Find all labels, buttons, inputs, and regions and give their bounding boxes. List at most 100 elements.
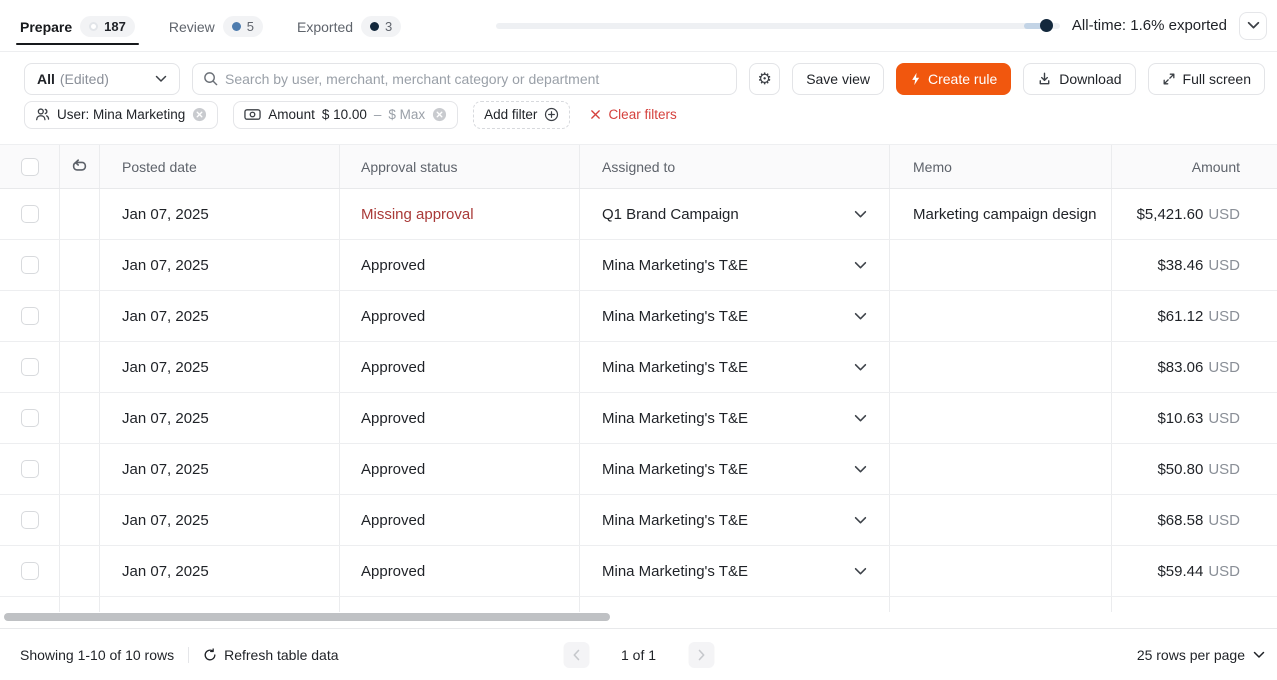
assigned-to-select[interactable]: Mina Marketing's T&E: [580, 291, 890, 341]
table-row[interactable]: Jan 07, 2025 Approved Mina Marketing's T…: [0, 495, 1277, 546]
assigned-to-header[interactable]: Assigned to: [580, 145, 890, 188]
amount-currency: USD: [1208, 257, 1240, 274]
assigned-to-value: Mina Marketing's T&E: [602, 563, 748, 580]
horizontal-scrollbar-thumb[interactable]: [4, 613, 610, 621]
memo-header[interactable]: Memo: [890, 145, 1112, 188]
posted-date: Jan 07, 2025: [122, 563, 209, 580]
row-checkbox[interactable]: [21, 358, 39, 376]
select-all-checkbox[interactable]: [21, 158, 39, 176]
users-icon: [35, 107, 50, 122]
tab-prepare-label: Prepare: [20, 19, 72, 35]
approval-status-cell: Approved: [340, 342, 580, 392]
memo-cell[interactable]: [890, 240, 1112, 290]
user-filter-chip[interactable]: User: Mina Marketing: [24, 101, 218, 129]
export-progress-bar: [496, 23, 1060, 29]
posted-date-cell: Jan 07, 2025: [100, 342, 340, 392]
close-circle-icon[interactable]: [432, 107, 447, 122]
assigned-to-value: Mina Marketing's T&E: [602, 359, 748, 376]
amount-value: $10.63: [1157, 410, 1203, 427]
table-footer: Showing 1-10 of 10 rows Refresh table da…: [0, 628, 1277, 680]
assigned-to-select[interactable]: Mina Marketing's T&E: [580, 342, 890, 392]
table-row[interactable]: Jan 07, 2025 Approved Mina Marketing's T…: [0, 393, 1277, 444]
amount-cell: $5,421.60 USD: [1112, 189, 1277, 239]
download-button[interactable]: Download: [1023, 63, 1135, 95]
table-row[interactable]: Jan 07, 2025 Approved Mina Marketing's T…: [0, 546, 1277, 597]
assigned-to-select[interactable]: Mina Marketing's T&E: [580, 444, 890, 494]
memo-cell[interactable]: [890, 495, 1112, 545]
table-settings-button[interactable]: ⚙: [749, 63, 780, 95]
row-checkbox-cell: [0, 240, 60, 290]
row-checkbox[interactable]: [21, 307, 39, 325]
clear-filters-button[interactable]: Clear filters: [590, 107, 676, 122]
view-filter-state: (Edited): [60, 71, 109, 87]
memo-cell[interactable]: [890, 342, 1112, 392]
footer-gap: [0, 621, 1277, 628]
amount-header[interactable]: Amount: [1112, 145, 1277, 188]
memo-cell[interactable]: [890, 546, 1112, 596]
close-circle-icon[interactable]: [192, 107, 207, 122]
blue-dot-icon: [232, 22, 241, 31]
assigned-to-select[interactable]: Q1 Brand Campaign: [580, 189, 890, 239]
assigned-to-value: Mina Marketing's T&E: [602, 257, 748, 274]
approval-status-header[interactable]: Approval status: [340, 145, 580, 188]
save-view-button[interactable]: Save view: [792, 63, 884, 95]
posted-date-header-label: Posted date: [122, 159, 197, 175]
assigned-to-select[interactable]: Mina Marketing's T&E: [580, 240, 890, 290]
row-checkbox[interactable]: [21, 256, 39, 274]
row-checkbox[interactable]: [21, 460, 39, 478]
approval-status: Approved: [361, 512, 425, 529]
next-page-button[interactable]: [688, 642, 714, 668]
posted-date: Jan 07, 2025: [122, 359, 209, 376]
assigned-to-select[interactable]: Mina Marketing's T&E: [580, 495, 890, 545]
view-filter-select[interactable]: All (Edited): [24, 63, 180, 95]
search-input[interactable]: [225, 71, 726, 87]
tab-prepare-badge: 187: [80, 16, 135, 37]
tab-prepare[interactable]: Prepare 187: [20, 0, 135, 51]
create-rule-button[interactable]: Create rule: [896, 63, 1011, 95]
x-icon: [590, 109, 601, 120]
download-label: Download: [1059, 71, 1121, 87]
row-checkbox[interactable]: [21, 409, 39, 427]
memo-cell[interactable]: [890, 393, 1112, 443]
repeat-column-header[interactable]: [60, 145, 100, 188]
memo-cell[interactable]: [890, 291, 1112, 341]
approval-status: Approved: [361, 461, 425, 478]
transactions-table: Posted date Approval status Assigned to …: [0, 144, 1277, 621]
gear-icon: ⚙: [758, 71, 772, 87]
memo-cell[interactable]: Marketing campaign design: [890, 189, 1112, 239]
amount-value: $61.12: [1157, 308, 1203, 325]
table-row[interactable]: Jan 07, 2025 Approved Mina Marketing's T…: [0, 240, 1277, 291]
assigned-to-select[interactable]: Mina Marketing's T&E: [580, 546, 890, 596]
assigned-to-select[interactable]: Mina Marketing's T&E: [580, 393, 890, 443]
user-filter-label: User: Mina Marketing: [57, 107, 185, 122]
search-bar: [192, 63, 737, 95]
approval-status: Approved: [361, 563, 425, 580]
table-row[interactable]: Jan 07, 2025 Approved Mina Marketing's T…: [0, 291, 1277, 342]
tab-exported[interactable]: Exported 3: [297, 0, 401, 51]
full-screen-button[interactable]: Full screen: [1148, 63, 1265, 95]
add-filter-label: Add filter: [484, 107, 537, 122]
amount-filter-chip[interactable]: Amount $ 10.00 – $ Max: [233, 101, 458, 129]
table-row-partial[interactable]: [0, 597, 1277, 612]
download-icon: [1037, 71, 1052, 86]
table-row[interactable]: Jan 07, 2025 Approved Mina Marketing's T…: [0, 342, 1277, 393]
posted-date-header[interactable]: Posted date: [100, 145, 340, 188]
table-row[interactable]: Jan 07, 2025 Approved Mina Marketing's T…: [0, 444, 1277, 495]
collapse-progress-button[interactable]: [1239, 12, 1267, 40]
posted-date: Jan 07, 2025: [122, 308, 209, 325]
progress-ring-icon: [89, 22, 98, 31]
memo-cell[interactable]: [890, 444, 1112, 494]
row-checkbox[interactable]: [21, 205, 39, 223]
add-filter-button[interactable]: Add filter: [473, 101, 570, 129]
row-checkbox[interactable]: [21, 562, 39, 580]
row-checkbox[interactable]: [21, 511, 39, 529]
tab-prepare-count: 187: [104, 19, 126, 34]
rows-per-page-select[interactable]: 25 rows per page: [1137, 647, 1265, 663]
table-row[interactable]: Jan 07, 2025 Missing approval Q1 Brand C…: [0, 189, 1277, 240]
amount-filter-max: $ Max: [388, 107, 425, 122]
footer-left: Showing 1-10 of 10 rows Refresh table da…: [20, 647, 339, 663]
amount-filter-label: Amount: [268, 107, 315, 122]
previous-page-button[interactable]: [563, 642, 589, 668]
refresh-table-button[interactable]: Refresh table data: [203, 647, 338, 663]
tab-review[interactable]: Review 5: [169, 0, 263, 51]
